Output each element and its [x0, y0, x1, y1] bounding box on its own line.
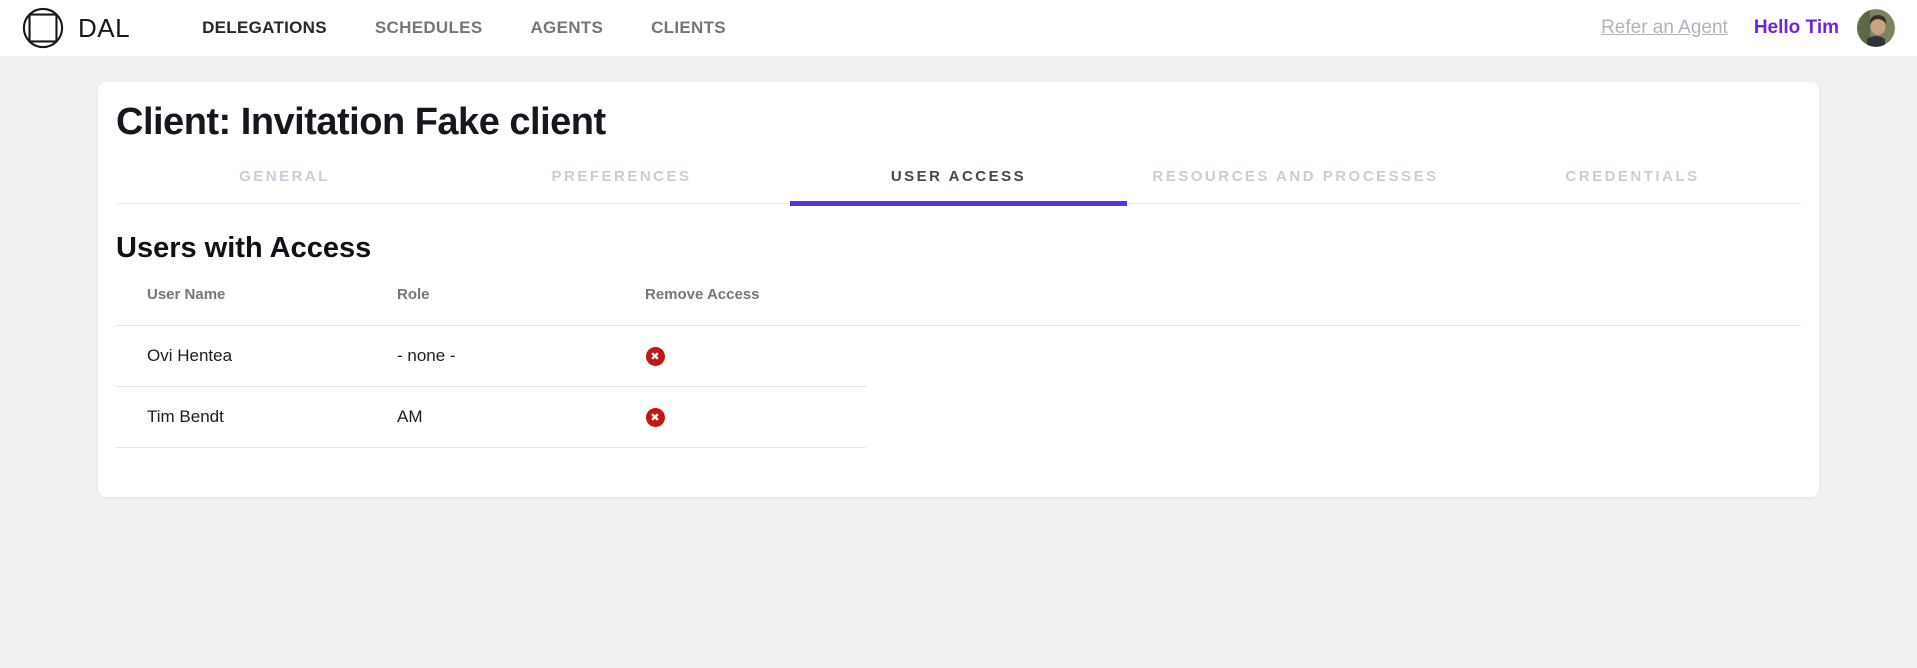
tab-general[interactable]: GENERAL: [116, 156, 453, 203]
tab-resources-and-processes[interactable]: RESOURCES AND PROCESSES: [1127, 156, 1464, 203]
table-row: Tim Bendt AM ✖: [116, 387, 866, 448]
column-header-role: Role: [366, 286, 614, 303]
nav-item-agents[interactable]: AGENTS: [530, 18, 603, 38]
cell-role: AM: [366, 407, 614, 427]
brand-name: DAL: [78, 13, 130, 44]
tab-credentials[interactable]: CREDENTIALS: [1464, 156, 1801, 203]
cell-role: - none -: [366, 346, 614, 366]
remove-access-button[interactable]: ✖: [645, 346, 665, 366]
section-title: Users with Access: [116, 230, 1801, 266]
brand-home-link[interactable]: DAL: [22, 7, 130, 49]
client-tabs: GENERALPREFERENCESUSER ACCESSRESOURCES A…: [116, 156, 1801, 204]
cell-user-name: Ovi Hentea: [116, 346, 366, 366]
topbar-right: Refer an Agent Hello Tim: [1601, 9, 1895, 47]
nav-item-schedules[interactable]: SCHEDULES: [375, 18, 483, 38]
table-header-row: User Name Role Remove Access: [116, 266, 1801, 326]
column-header-user-name: User Name: [116, 286, 366, 303]
column-header-remove-access: Remove Access: [614, 286, 1801, 303]
cell-user-name: Tim Bendt: [116, 407, 366, 427]
nav-item-clients[interactable]: CLIENTS: [651, 18, 726, 38]
remove-x-icon: ✖: [646, 347, 665, 366]
avatar-photo-icon: [1857, 9, 1895, 47]
users-table: User Name Role Remove Access Ovi Hentea …: [116, 266, 1801, 448]
tab-preferences[interactable]: PREFERENCES: [453, 156, 790, 203]
remove-access-button[interactable]: ✖: [645, 407, 665, 427]
user-greeting: Hello Tim: [1754, 17, 1839, 39]
page-title: Client: Invitation Fake client: [116, 100, 1801, 144]
remove-x-icon: ✖: [646, 408, 665, 427]
page-body: Client: Invitation Fake client GENERALPR…: [0, 56, 1917, 497]
user-avatar[interactable]: [1857, 9, 1895, 47]
client-detail-card: Client: Invitation Fake client GENERALPR…: [98, 82, 1819, 497]
main-nav: DELEGATIONS SCHEDULES AGENTS CLIENTS: [202, 18, 726, 38]
circle-square-logo-icon: [22, 7, 64, 49]
tab-user-access[interactable]: USER ACCESS: [790, 156, 1127, 203]
table-body: Ovi Hentea - none - ✖ Tim Bendt AM ✖: [116, 326, 866, 448]
nav-item-delegations[interactable]: DELEGATIONS: [202, 18, 327, 38]
top-nav-bar: DAL DELEGATIONS SCHEDULES AGENTS CLIENTS Re…: [0, 0, 1917, 56]
refer-agent-link[interactable]: Refer an Agent: [1601, 17, 1728, 39]
table-row: Ovi Hentea - none - ✖: [116, 326, 866, 387]
